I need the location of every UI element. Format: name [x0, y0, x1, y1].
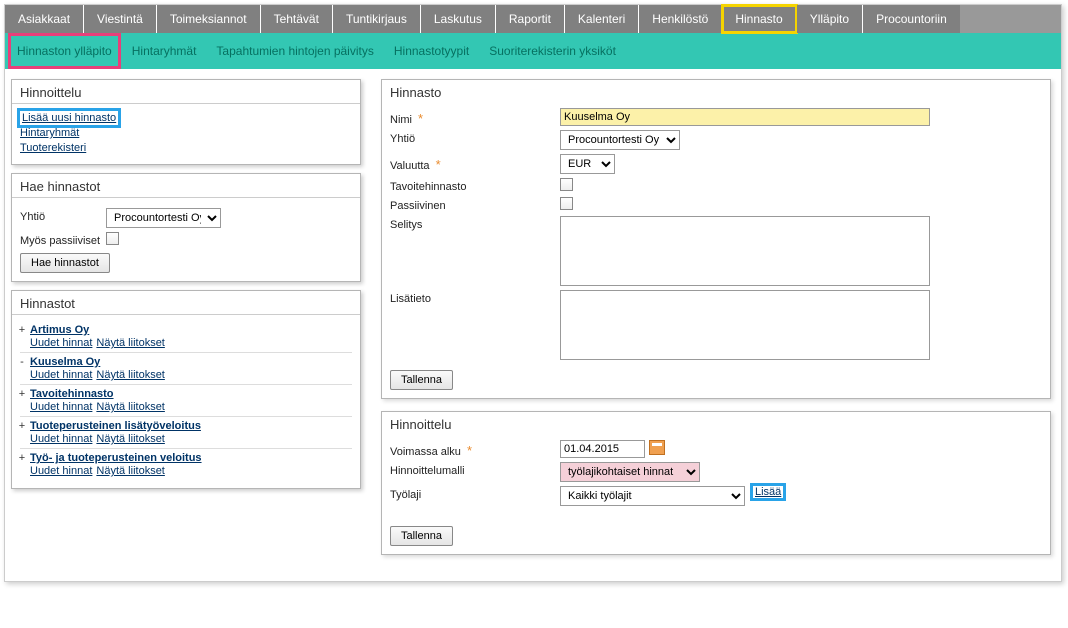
link-nayta-liitokset[interactable]: Näytä liitokset [96, 433, 164, 445]
label-voimassa-alku: Voimassa alku* [390, 440, 560, 458]
label-passiivinen: Passiivinen [390, 197, 560, 212]
tab-procountoriin[interactable]: Procountoriin [863, 5, 960, 33]
sub-tab-bar: Hinnaston ylläpito Hintaryhmät Tapahtumi… [5, 33, 1061, 69]
select-yhtio[interactable]: Procountortesti Oy [106, 208, 221, 228]
select-tyolaji[interactable]: Kaikki työlajit [560, 486, 745, 506]
label-myos-passiiviset: Myös passiiviset [20, 232, 106, 247]
panel-title: Hinnoittelu [12, 80, 360, 104]
main-tab-bar: Asiakkaat Viestintä Toimeksiannot Tehtäv… [5, 5, 1061, 33]
input-voimassa-alku[interactable] [560, 440, 645, 458]
label-tyolaji: Työlaji [390, 486, 560, 501]
hinnastot-item: + Artimus OyUudet hinnat Näytä liitokset [20, 321, 352, 353]
link-uudet-hinnat[interactable]: Uudet hinnat [30, 369, 92, 381]
link-uudet-hinnat[interactable]: Uudet hinnat [30, 401, 92, 413]
hinnasto-name-link[interactable]: Artimus Oy [30, 324, 89, 336]
panel-hae-hinnastot: Hae hinnastot Yhtiö Procountortesti Oy M… [11, 173, 361, 282]
link-uudet-hinnat[interactable]: Uudet hinnat [30, 465, 92, 477]
label-yhtio: Yhtiö [20, 208, 106, 223]
section-hinnoittelu: Hinnoittelu Voimassa alku* Hinnoitteluma… [381, 411, 1051, 555]
subtab-hintaryhmat[interactable]: Hintaryhmät [126, 38, 203, 64]
panel-hinnastot-list: Hinnastot +Artimus OyUudet hinnatNäytä l… [11, 290, 361, 489]
expand-toggle[interactable]: - [18, 356, 26, 368]
label-nimi: Nimi* [390, 108, 560, 126]
select-yhtio-right[interactable]: Procountortesti Oy [560, 130, 680, 150]
link-tuoterekisteri[interactable]: Tuoterekisteri [20, 141, 86, 155]
link-uudet-hinnat[interactable]: Uudet hinnat [30, 337, 92, 349]
hinnastot-item: + Tuoteperusteinen lisätyöveloitusUudet h… [20, 417, 352, 449]
label-yhtio: Yhtiö [390, 130, 560, 145]
tab-kalenteri[interactable]: Kalenteri [565, 5, 639, 33]
textarea-selitys[interactable] [560, 216, 930, 286]
tab-laskutus[interactable]: Laskutus [421, 5, 496, 33]
btn-hae-hinnastot[interactable]: Hae hinnastot [20, 253, 110, 273]
panel-title: Hae hinnastot [12, 174, 360, 198]
section-title: Hinnasto [382, 80, 1050, 104]
hinnastot-item: -Kuuselma OyUudet hinnat Näytä liitokset [20, 353, 352, 385]
subtab-suoriterekisterin-yksikot[interactable]: Suoriterekisterin yksiköt [483, 38, 622, 64]
section-hinnasto: Hinnasto Nimi* Yhtiö Procountortesti Oy … [381, 79, 1051, 399]
label-tavoitehinnasto: Tavoitehinnasto [390, 178, 560, 193]
expand-toggle[interactable]: + [18, 388, 26, 400]
btn-tallenna-1[interactable]: Tallenna [390, 370, 453, 390]
label-valuutta: Valuutta* [390, 154, 560, 172]
select-hinnoittelumalli[interactable]: työlajikohtaiset hinnat [560, 462, 700, 482]
btn-tallenna-2[interactable]: Tallenna [390, 526, 453, 546]
hinnasto-name-link[interactable]: Kuuselma Oy [30, 356, 100, 368]
tab-henkilosto[interactable]: Henkilöstö [639, 5, 722, 33]
link-nayta-liitokset[interactable]: Näytä liitokset [96, 369, 164, 381]
label-selitys: Selitys [390, 216, 560, 231]
tab-toimeksiannot[interactable]: Toimeksiannot [157, 5, 261, 33]
tab-viestinta[interactable]: Viestintä [84, 5, 157, 33]
link-hintaryhmat[interactable]: Hintaryhmät [20, 126, 79, 140]
link-nayta-liitokset[interactable]: Näytä liitokset [96, 465, 164, 477]
link-nayta-liitokset[interactable]: Näytä liitokset [96, 401, 164, 413]
subtab-hinnastotyypit[interactable]: Hinnastotyypit [388, 38, 475, 64]
subtab-hinnaston-yllapito[interactable]: Hinnaston ylläpito [11, 36, 118, 66]
expand-toggle[interactable]: + [18, 452, 26, 464]
panel-title: Hinnastot [12, 291, 360, 315]
section-title: Hinnoittelu [382, 412, 1050, 436]
link-nayta-liitokset[interactable]: Näytä liitokset [96, 337, 164, 349]
hinnastot-item: + Työ- ja tuoteperusteinen veloitusUudet … [20, 449, 352, 480]
tab-asiakkaat[interactable]: Asiakkaat [5, 5, 84, 33]
checkbox-myos-passiiviset[interactable] [106, 232, 119, 245]
subtab-tapahtumien-hintojen-paivitys[interactable]: Tapahtumien hintojen päivitys [210, 38, 379, 64]
tab-tuntikirjaus[interactable]: Tuntikirjaus [333, 5, 421, 33]
link-uudet-hinnat[interactable]: Uudet hinnat [30, 433, 92, 445]
left-column: Hinnoittelu Lisää uusi hinnasto Hintaryh… [11, 79, 361, 567]
textarea-lisatieto[interactable] [560, 290, 930, 360]
checkbox-passiivinen[interactable] [560, 197, 573, 210]
tab-raportit[interactable]: Raportit [496, 5, 565, 33]
input-nimi[interactable] [560, 108, 930, 126]
expand-toggle[interactable]: + [18, 324, 26, 336]
hinnasto-name-link[interactable]: Tuoteperusteinen lisätyöveloitus [30, 420, 201, 432]
select-valuutta[interactable]: EUR [560, 154, 615, 174]
right-column: Hinnasto Nimi* Yhtiö Procountortesti Oy … [381, 79, 1051, 567]
label-lisatieto: Lisätieto [390, 290, 560, 305]
expand-toggle[interactable]: + [18, 420, 26, 432]
panel-hinnoittelu-links: Hinnoittelu Lisää uusi hinnasto Hintaryh… [11, 79, 361, 165]
calendar-icon[interactable] [649, 440, 665, 455]
hinnasto-name-link[interactable]: Tavoitehinnasto [30, 388, 114, 400]
link-lisaa[interactable]: Lisää [753, 486, 783, 498]
link-lisaa-uusi-hinnasto[interactable]: Lisää uusi hinnasto [20, 111, 118, 125]
checkbox-tavoitehinnasto[interactable] [560, 178, 573, 191]
tab-hinnasto[interactable]: Hinnasto [722, 5, 796, 33]
app-shell: Asiakkaat Viestintä Toimeksiannot Tehtäv… [4, 4, 1062, 582]
hinnastot-item: + TavoitehinnastoUudet hinnat Näytä liitok… [20, 385, 352, 417]
tab-yllapito[interactable]: Ylläpito [797, 5, 863, 33]
hinnasto-name-link[interactable]: Työ- ja tuoteperusteinen veloitus [30, 452, 202, 464]
content-area: Hinnoittelu Lisää uusi hinnasto Hintaryh… [5, 69, 1061, 581]
tab-tehtavat[interactable]: Tehtävät [261, 5, 333, 33]
label-hinnoittelumalli: Hinnoittelumalli [390, 462, 560, 477]
